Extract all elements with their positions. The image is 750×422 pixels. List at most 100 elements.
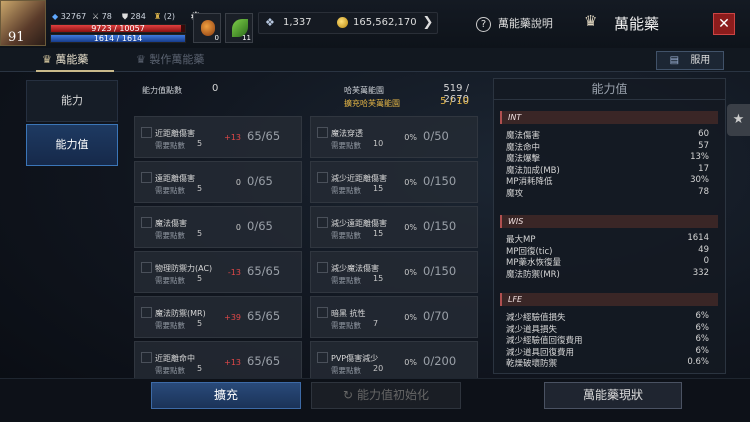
stat-row: 魔法爆擊 13% <box>506 152 709 164</box>
need-points-value: 15 <box>373 274 384 283</box>
stat-d-value: (2) <box>163 12 176 21</box>
potion-count: 0 <box>214 34 219 42</box>
ability-name: 魔法穿透 <box>331 129 363 138</box>
help-button[interactable]: ? 萬能藥說明 <box>476 15 553 32</box>
stat-value: 1614 <box>687 233 709 243</box>
need-points-label: 需要點數 <box>331 366 361 375</box>
ability-name: 近距離命中 <box>155 354 195 363</box>
wis-section-header: WIS <box>500 215 718 228</box>
stat-value: 57 <box>698 140 709 151</box>
ability-bonus: 0% <box>404 133 417 142</box>
ability-icon <box>317 127 328 138</box>
stat-label: MP回復(tic) <box>506 246 553 257</box>
stat-row: 魔法傷害 60 <box>506 129 709 141</box>
elixir-crest-icon: ♛ <box>584 12 598 30</box>
book-icon: ▤ <box>669 55 680 66</box>
expand-button[interactable]: 擴充 <box>151 382 301 409</box>
stats-panel: INT 魔法傷害 60 魔法命中 57 魔法爆擊 13% 魔法加成(MB) 17 MP消耗降低 3… <box>493 78 726 374</box>
ability-card[interactable]: 魔法穿透 需要點數 10 0% 0/50 <box>310 116 478 158</box>
stat-row: 乾燥破壞防禦 0.6% <box>506 357 709 369</box>
stat-value: 6% <box>695 311 710 321</box>
stat-value: 6% <box>695 322 710 333</box>
ability-bonus: -13 <box>227 268 241 277</box>
potion-icon <box>201 20 215 36</box>
ability-progress: 65/65 <box>247 354 281 368</box>
elixir-tab-icon: ♛ <box>42 53 52 66</box>
ability-progress: 0/200 <box>423 354 457 368</box>
ability-icon <box>317 307 328 318</box>
currency-panel: ❖ 1,337 165,562,170 <box>258 12 438 34</box>
page-title: 萬能藥 <box>614 15 660 33</box>
expand-value: 5 / 10 <box>440 96 469 107</box>
ability-icon <box>317 217 328 228</box>
ability-card[interactable]: 減少魔法傷害 需要點數 15 0% 0/150 <box>310 251 478 293</box>
ability-card[interactable]: 暗黑 抗性 需要點數 7 0% 0/70 <box>310 296 478 338</box>
stat-label: 魔法爆擊 <box>506 154 541 164</box>
lfe-section-header: LFE <box>500 293 718 306</box>
stat-value: 30% <box>690 175 709 185</box>
ability-bonus: 0% <box>404 268 417 277</box>
gold-coin-icon <box>337 17 348 28</box>
ability-bonus: 0 <box>235 178 241 187</box>
ability-card[interactable]: 減少近距離傷害 需要點數 15 0% 0/150 <box>310 161 478 203</box>
need-points-value: 5 <box>197 319 203 328</box>
ability-card[interactable]: 近距離傷害 需要點數 5 +13 65/65 <box>134 116 302 158</box>
need-points-value: 15 <box>373 184 384 193</box>
ability-icon <box>317 262 328 273</box>
ability-card[interactable]: 魔法傷害 需要點數 5 0 0/65 <box>134 206 302 248</box>
side-item-ability[interactable]: 能力 <box>26 80 118 122</box>
ability-card[interactable]: 減少遠距離傷害 需要點數 15 0% 0/150 <box>310 206 478 248</box>
stat-row: MP藥水恢復量 0 <box>506 256 709 268</box>
ability-card[interactable]: 物理防禦力(AC) 需要點數 5 -13 65/65 <box>134 251 302 293</box>
wing-icon: ◆ <box>52 12 59 21</box>
need-points-value: 7 <box>373 319 379 328</box>
stat-value: 49 <box>698 244 709 255</box>
need-points-value: 5 <box>197 229 203 238</box>
need-points-label: 需要點數 <box>155 141 185 150</box>
side-item-ability-value[interactable]: 能力值 <box>26 124 118 166</box>
stat-label: 魔法加成(MB) <box>506 165 560 176</box>
need-points-label: 需要點數 <box>331 186 361 195</box>
potion-slot[interactable]: 0 <box>193 13 221 43</box>
reset-ability-button[interactable]: ↻ 能力值初始化 <box>311 382 461 409</box>
stat-row: 減少經驗值損失 6% <box>506 311 710 323</box>
ability-bonus: +13 <box>224 358 241 367</box>
herb-slot[interactable]: 11 <box>225 13 253 43</box>
crystal-amount: 1,337 <box>283 17 312 28</box>
ability-name: 減少魔法傷害 <box>331 264 379 273</box>
ability-progress: 0/70 <box>423 309 449 323</box>
stats-panel-title: 能力值 <box>493 78 726 100</box>
ability-card[interactable]: 近距離命中 需要點數 5 +13 65/65 <box>134 341 302 383</box>
serve-button[interactable]: ▤ 服用 <box>656 51 724 70</box>
ability-progress: 65/65 <box>247 264 281 278</box>
ability-bonus: 0% <box>404 358 417 367</box>
stat-label: 魔攻 <box>506 188 524 199</box>
help-label: 萬能藥說明 <box>497 17 553 30</box>
stat-row: 魔攻 78 <box>506 187 709 199</box>
stat-label: 魔法傷害 <box>506 131 541 141</box>
stat-a-value: 32767 <box>60 12 87 21</box>
need-points-label: 需要點數 <box>155 231 185 240</box>
close-button[interactable]: ✕ <box>713 13 735 35</box>
ability-card[interactable]: 遠距離傷害 需要點數 5 0 0/65 <box>134 161 302 203</box>
need-points-value: 20 <box>373 364 384 373</box>
hp-bar: 9723 / 10057 <box>50 24 186 33</box>
ability-progress: 65/65 <box>247 129 281 143</box>
stat-value: 13% <box>690 152 709 162</box>
stat-label: MP藥水恢復量 <box>506 258 561 268</box>
elixir-status-button[interactable]: 萬能藥現狀 <box>544 382 682 409</box>
int-section-header: INT <box>500 111 718 124</box>
tab-craft-elixir[interactable]: ♛ 製作萬能藥 <box>136 48 204 72</box>
currency-arrow-icon[interactable]: ❯ <box>418 13 438 33</box>
ability-name: 減少遠距離傷害 <box>331 219 387 228</box>
ability-card[interactable]: 魔法防禦(MR) 需要點數 5 +39 65/65 <box>134 296 302 338</box>
favorite-star-icon[interactable]: ★ <box>727 104 750 136</box>
stat-label: 魔法防禦(MR) <box>506 269 560 280</box>
stat-row: MP消耗降低 30% <box>506 175 709 187</box>
need-points-label: 需要點數 <box>331 141 361 150</box>
ability-progress: 0/50 <box>423 129 449 143</box>
ability-card[interactable]: PVP傷害減少 需要點數 20 0% 0/200 <box>310 341 478 383</box>
stat-row: 魔法防禦(MR) 332 <box>506 268 709 280</box>
ability-progress: 0/150 <box>423 219 457 233</box>
tab-elixir[interactable]: ♛ 萬能藥 <box>42 48 88 72</box>
